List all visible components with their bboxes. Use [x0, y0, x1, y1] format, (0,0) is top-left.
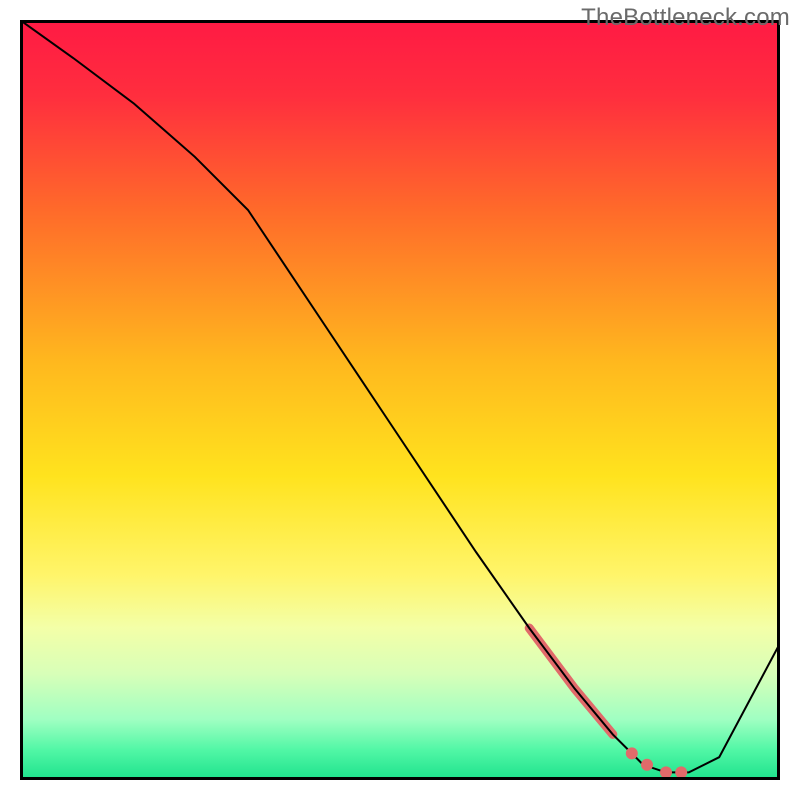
highlight-dots [626, 747, 687, 778]
curve-line [20, 20, 780, 772]
chart-overlay [20, 20, 780, 780]
watermark-text: TheBottleneck.com [581, 4, 790, 32]
chart-stage: TheBottleneck.com [0, 0, 800, 800]
